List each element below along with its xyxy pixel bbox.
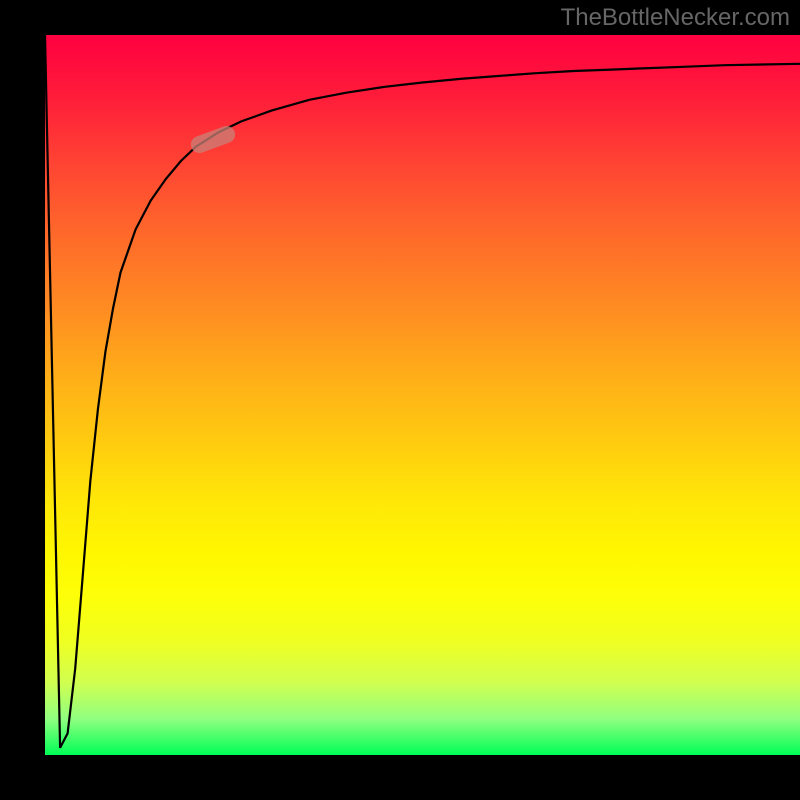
- watermark-text: TheBottleNecker.com: [561, 4, 790, 32]
- chart-curve: [45, 35, 800, 755]
